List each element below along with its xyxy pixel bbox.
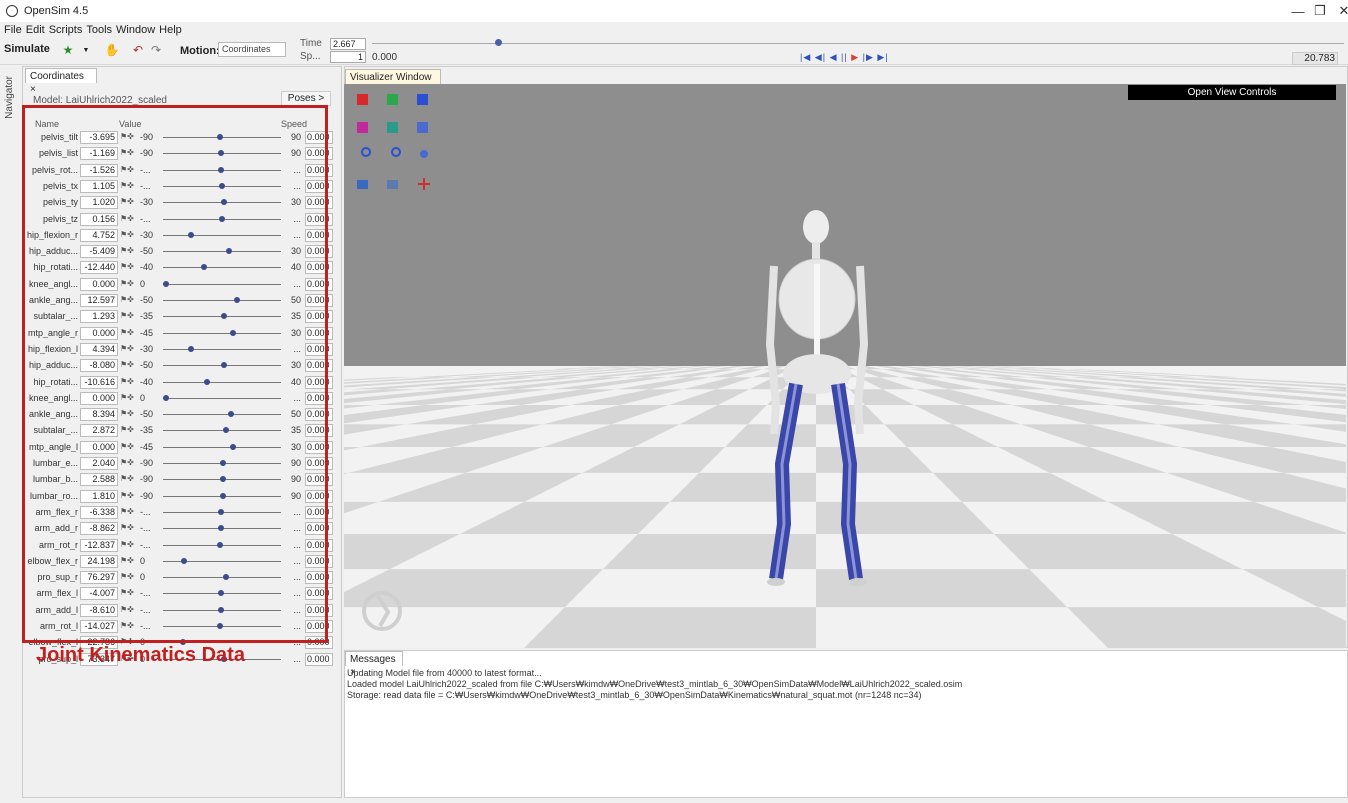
back-view-icon[interactable] <box>357 122 368 133</box>
spine <box>814 264 820 359</box>
simulate-label: Simulate <box>4 43 50 55</box>
navigator-tab[interactable]: Navigator <box>4 76 15 119</box>
redo-icon[interactable]: ↷ <box>148 43 164 57</box>
navigator-strip[interactable]: Navigator <box>0 66 22 801</box>
3d-scene[interactable] <box>344 84 1346 648</box>
last-frame-icon[interactable]: ▶| <box>877 52 888 62</box>
message-line: Storage: read data file = C:₩Users₩kimdw… <box>347 690 922 700</box>
tab-visualizer-label: Visualizer Window <box>350 72 432 83</box>
run-simulation-icon[interactable]: ★ <box>60 43 76 57</box>
floor-tile <box>524 607 816 648</box>
bottom-view-icon[interactable] <box>417 122 428 133</box>
hand-icon[interactable]: ✋ <box>104 43 120 57</box>
speed-label: Sp... <box>300 51 321 62</box>
first-frame-icon[interactable]: |◀ <box>800 52 811 62</box>
transport-controls: |◀ ◀| ◀ || ▶ |▶ ▶| <box>800 52 889 63</box>
messages-panel: Messages × Updating Model file from 4000… <box>344 650 1348 798</box>
snapshot-icon[interactable] <box>357 180 368 189</box>
foot-l <box>849 578 867 586</box>
opensim-logo-icon <box>6 5 18 17</box>
time-start: 0.000 <box>372 52 398 63</box>
menu-edit[interactable]: Edit <box>26 24 45 36</box>
time-end: 20.783 <box>1292 52 1338 65</box>
tab-coordinates-label: Coordinates <box>30 71 84 82</box>
step-back-icon[interactable]: ◀| <box>815 52 826 62</box>
play-icon[interactable]: ▶ <box>851 52 859 62</box>
window-title: OpenSim 4.5 <box>24 5 89 17</box>
tab-messages-label: Messages <box>350 654 396 665</box>
menu-help[interactable]: Help <box>159 24 182 36</box>
chevron-down-icon[interactable]: ▼ <box>78 43 94 57</box>
pause-icon[interactable]: || <box>841 52 848 62</box>
time-label: Time <box>300 38 322 49</box>
open-view-controls-button[interactable]: Open View Controls <box>1128 85 1336 100</box>
speed-spinner[interactable]: 1 <box>330 51 366 63</box>
step-forward-icon[interactable]: |▶ <box>863 52 874 62</box>
menu-window[interactable]: Window <box>116 24 155 36</box>
menu-scripts[interactable]: Scripts <box>49 24 83 36</box>
time-input[interactable]: 2.667 <box>330 38 366 50</box>
undo-icon[interactable]: ↶ <box>130 43 146 57</box>
menu-tools[interactable]: Tools <box>86 24 112 36</box>
record-movie-icon[interactable] <box>387 180 398 189</box>
message-line: Loaded model LaiUhlrich2022_scaled from … <box>347 679 963 689</box>
menu-file[interactable]: File <box>4 24 22 36</box>
toolbar: Simulate ★ ▼ ✋ ↶ ↷ Motion: Coordinates T… <box>0 37 1348 65</box>
annotation-label: Joint Kinematics Data <box>36 644 245 666</box>
close-icon[interactable]: × <box>30 84 36 95</box>
motion-label: Motion: <box>180 45 220 57</box>
time-slider-knob[interactable] <box>494 39 502 46</box>
side-view-icon[interactable] <box>387 94 398 105</box>
tab-messages[interactable]: Messages × <box>345 651 403 678</box>
skull <box>803 210 829 244</box>
play-reverse-icon[interactable]: ◀ <box>830 52 838 62</box>
tab-coordinates[interactable]: Coordinates × <box>25 68 97 95</box>
tab-visualizer[interactable]: Visualizer Window × <box>345 69 441 96</box>
message-line: Updating Model file from 40000 to latest… <box>347 668 542 678</box>
close-button[interactable]: ✕ <box>1324 0 1348 22</box>
menu-bar: File Edit Scripts Tools Window Help <box>0 22 1348 37</box>
other-side-view-icon[interactable] <box>387 122 398 133</box>
front-view-icon[interactable] <box>357 94 368 105</box>
floor-tile <box>1067 607 1346 648</box>
highlight-box <box>22 105 328 643</box>
time-slider[interactable] <box>372 43 1344 44</box>
foot-r <box>767 578 785 586</box>
fit-view-icon[interactable] <box>420 150 428 158</box>
coordinate-speed-input[interactable]: 0.000 <box>305 652 333 666</box>
motion-select[interactable]: Coordinates <box>218 42 286 57</box>
poses-button[interactable]: Poses > <box>281 91 331 106</box>
top-view-icon[interactable] <box>417 94 428 105</box>
coordinate-max: ... <box>293 653 301 664</box>
title-bar: OpenSim 4.5 — ❐ ✕ <box>0 0 1348 22</box>
